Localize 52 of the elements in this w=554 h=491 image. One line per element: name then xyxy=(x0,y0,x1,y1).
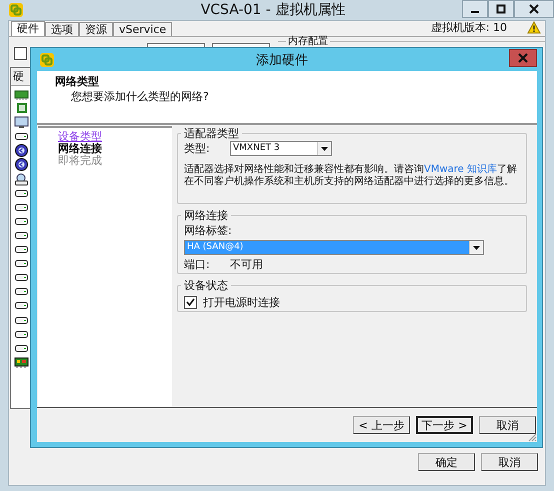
button[interactable]: 取消 xyxy=(479,416,536,434)
field-label: 端口: xyxy=(184,257,211,272)
resize-grip-icon xyxy=(527,432,537,442)
minimize-icon xyxy=(471,11,479,13)
warning-icon xyxy=(527,20,541,34)
close-button[interactable] xyxy=(514,0,554,18)
page-heading: 网络类型 xyxy=(55,74,100,89)
tab[interactable]: 选项 xyxy=(45,22,79,36)
disc-icon xyxy=(14,144,29,158)
disc-icon xyxy=(14,158,29,172)
checkbox[interactable] xyxy=(184,296,197,309)
field-label: 类型: xyxy=(184,141,211,156)
group-title: 内存配置 xyxy=(286,37,330,47)
vm-version-label: 虚拟机版本: 10 xyxy=(430,20,507,34)
minimize-button[interactable] xyxy=(462,0,488,18)
memory-icon xyxy=(14,88,29,101)
tab[interactable]: 硬件 xyxy=(11,21,45,36)
field-label: 网络标签: xyxy=(184,223,233,238)
monitor-icon xyxy=(14,116,29,130)
group-title: 适配器类型 xyxy=(183,126,240,141)
button[interactable]: 下一步 > xyxy=(416,416,473,434)
window-title: VCSA-01 - 虚拟机属性 xyxy=(200,1,346,19)
tab[interactable]: vService xyxy=(113,22,172,36)
button[interactable]: 确定 xyxy=(418,453,475,471)
maximize-icon xyxy=(496,4,506,14)
close-icon xyxy=(529,4,539,14)
button[interactable]: < 上一步 xyxy=(353,416,410,434)
drive-icon xyxy=(14,172,29,186)
app-logo-icon xyxy=(39,52,55,68)
description-text: 适配器选择对网络性能和迁移兼容性都有影响。请咨询VMware 知识库了解在不同客户机操作系统和主机所支持的网络适配器中进行选择的更多信息。 xyxy=(184,164,518,188)
step-link[interactable]: 即将完成 xyxy=(58,155,172,167)
tab[interactable]: 资源 xyxy=(79,22,113,36)
port-value: 不可用 xyxy=(230,257,263,272)
adapter-type-dropdown[interactable]: VMXNET 3 xyxy=(230,141,332,156)
caret-icon xyxy=(321,146,328,150)
page-subtitle: 您想要添加什么类型的网络? xyxy=(70,89,210,104)
check-icon xyxy=(186,298,195,307)
close-icon xyxy=(518,53,528,63)
step-link[interactable]: 设备类型 xyxy=(58,131,172,143)
step-link[interactable]: 网络连接 xyxy=(58,143,172,155)
button[interactable]: 取消 xyxy=(481,453,538,471)
checkbox[interactable] xyxy=(14,47,27,60)
maximize-button[interactable] xyxy=(488,0,514,18)
caret-icon xyxy=(473,246,480,250)
group-title: 设备状态 xyxy=(183,278,229,293)
network-card-icon xyxy=(14,356,29,369)
chip-icon xyxy=(14,102,29,116)
checkbox-label: 打开电源时连接 xyxy=(203,295,280,310)
app-logo-icon xyxy=(8,2,24,18)
knowledge-base-link[interactable]: VMware 知识库 xyxy=(424,164,497,175)
dialog-title: 添加硬件 xyxy=(256,52,308,68)
group-title: 网络连接 xyxy=(183,208,229,223)
